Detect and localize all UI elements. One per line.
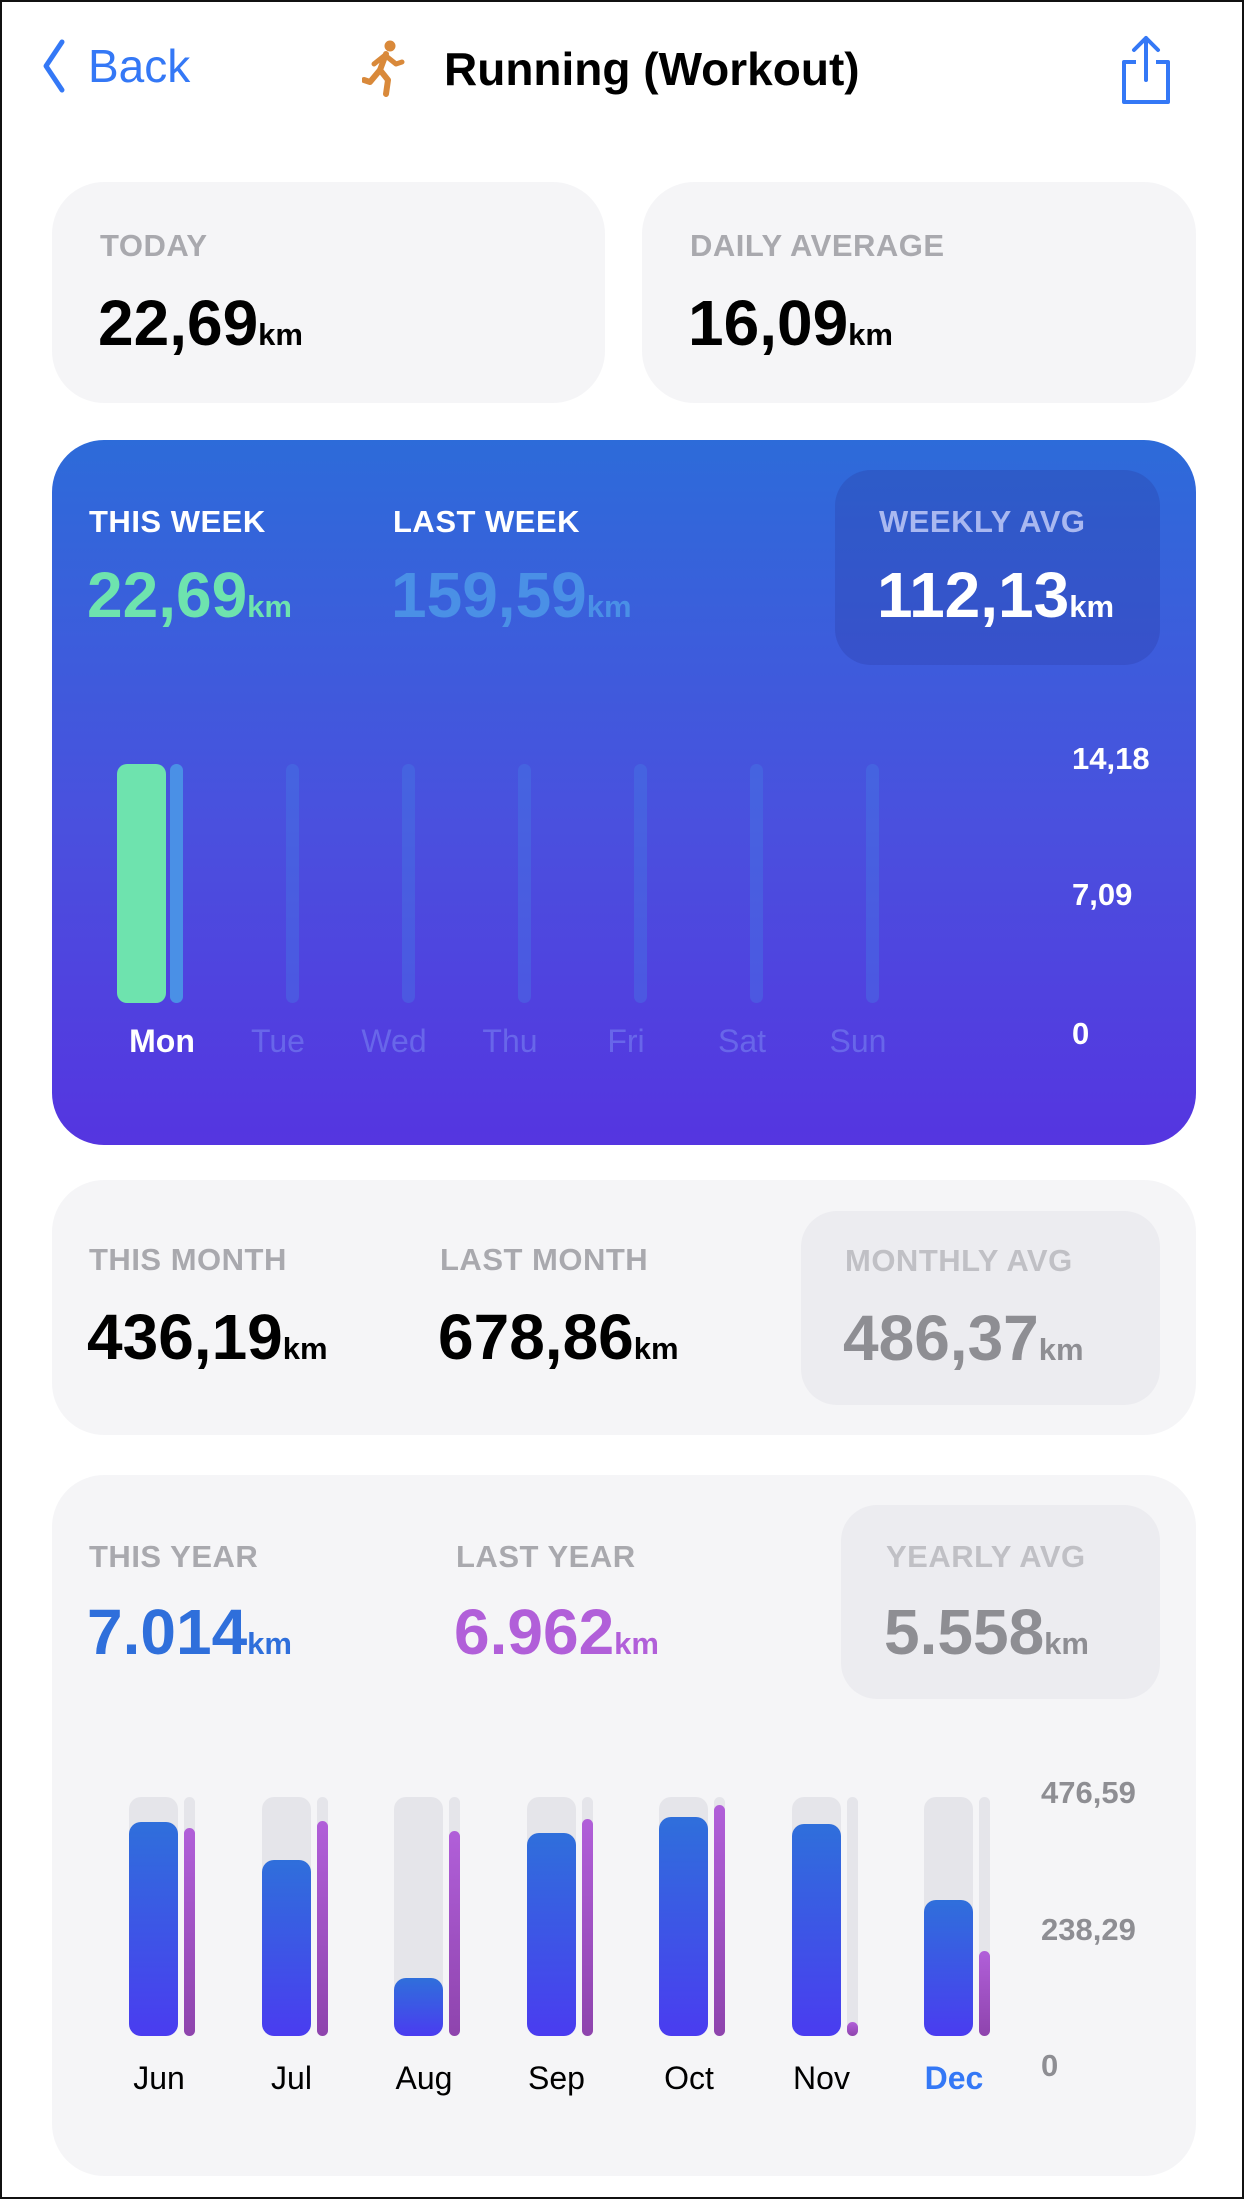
month-label: Aug (395, 2060, 453, 2096)
day-label: Tue (251, 1023, 305, 1059)
weekly-avg-box: WEEKLY AVG 112,13km (835, 470, 1160, 665)
last-year-bar (979, 1951, 990, 2036)
last-week-label: LAST WEEK (393, 504, 581, 539)
weekly-card: THIS WEEK 22,69km LAST WEEK 159,59km WEE… (52, 440, 1196, 1145)
yearly-avg-label: YEARLY AVG (886, 1539, 1086, 1574)
this-year-bar (129, 1821, 178, 2036)
daily-average-value: 16,09km (688, 287, 893, 359)
last-month-label: LAST MONTH (440, 1242, 649, 1277)
bar-track (286, 764, 299, 1003)
page-title: Running (Workout) (362, 40, 860, 98)
share-button[interactable] (1116, 34, 1176, 111)
last-year-value: 6.962km (454, 1596, 659, 1668)
this-week-bar (117, 764, 166, 1003)
this-year-bar (924, 1900, 973, 2036)
day-label: Fri (607, 1023, 645, 1059)
this-year-value: 7.014km (87, 1596, 292, 1668)
day-label: Mon (129, 1023, 195, 1059)
day-label: Wed (361, 1023, 427, 1059)
monthly-avg-value: 486,37km (843, 1302, 1084, 1374)
month-label: Jul (271, 2060, 312, 2096)
yearly-card: THIS YEAR 7.014km LAST YEAR 6.962km YEAR… (52, 1475, 1196, 2176)
share-icon (1122, 36, 1170, 104)
this-week-value: 22,69km (87, 559, 292, 631)
today-card: TODAY 22,69km (52, 182, 605, 403)
weekly-avg-label: WEEKLY AVG (879, 504, 1086, 539)
this-year-bar (261, 1859, 311, 2036)
back-button[interactable]: Back (42, 38, 190, 94)
bar-track (750, 764, 763, 1003)
chevron-left-icon (43, 39, 65, 93)
last-week-bar (170, 764, 183, 1003)
this-year-bar (791, 1824, 841, 2036)
title-text: Running (Workout) (444, 43, 860, 95)
month-label: Sep (528, 2060, 585, 2096)
y-tick: 476,59 (1041, 1775, 1136, 1810)
weekly-avg-value: 112,13km (877, 559, 1115, 631)
bar-track (402, 764, 415, 1003)
month-label: Oct (664, 2060, 714, 2096)
this-year-label: THIS YEAR (89, 1539, 259, 1574)
today-value: 22,69km (98, 287, 303, 359)
yearly-avg-value: 5.558km (884, 1596, 1089, 1668)
this-month-value: 436,19km (87, 1301, 328, 1373)
last-year-bar (581, 1818, 593, 2036)
month-label: Jun (133, 2060, 185, 2096)
day-label: Sun (829, 1023, 887, 1059)
bar-track (866, 764, 879, 1003)
monthly-avg-box: MONTHLY AVG 486,37km (801, 1211, 1160, 1405)
this-week-label: THIS WEEK (89, 504, 266, 539)
monthly-card: THIS MONTH 436,19km LAST MONTH 678,86km … (52, 1180, 1196, 1435)
today-label: TODAY (100, 228, 208, 263)
month-label: Dec (924, 2060, 984, 2096)
month-label: Nov (793, 2060, 850, 2096)
last-week-value: 159,59km (391, 559, 632, 631)
bar-track (634, 764, 647, 1003)
day-label: Sat (717, 1023, 767, 1059)
monthly-avg-label: MONTHLY AVG (845, 1243, 1073, 1278)
daily-average-card: DAILY AVERAGE 16,09km (642, 182, 1196, 403)
daily-average-label: DAILY AVERAGE (690, 228, 945, 263)
bar-track (846, 1797, 858, 2036)
last-year-label: LAST YEAR (456, 1539, 636, 1574)
y-tick: 238,29 (1041, 1912, 1136, 1947)
y-tick: 7,09 (1072, 877, 1133, 912)
last-year-bar (316, 1820, 328, 2036)
last-year-bar (714, 1804, 725, 2036)
yearly-avg-box: YEARLY AVG 5.558km (841, 1505, 1160, 1699)
bar-track (518, 764, 531, 1003)
this-year-bar (526, 1833, 576, 2036)
this-month-label: THIS MONTH (89, 1242, 287, 1277)
day-label: Thu (482, 1023, 538, 1059)
back-label: Back (88, 40, 191, 92)
last-year-bar (846, 2021, 858, 2036)
last-month-value: 678,86km (438, 1301, 679, 1373)
y-tick: 0 (1041, 2048, 1059, 2083)
y-tick: 0 (1072, 1016, 1090, 1051)
last-year-bar (449, 1830, 460, 2036)
y-tick: 14,18 (1072, 741, 1150, 776)
this-year-bar (394, 1978, 443, 2036)
this-year-bar (659, 1816, 708, 2036)
last-year-bar (184, 1828, 195, 2036)
running-figure-icon (362, 40, 405, 97)
